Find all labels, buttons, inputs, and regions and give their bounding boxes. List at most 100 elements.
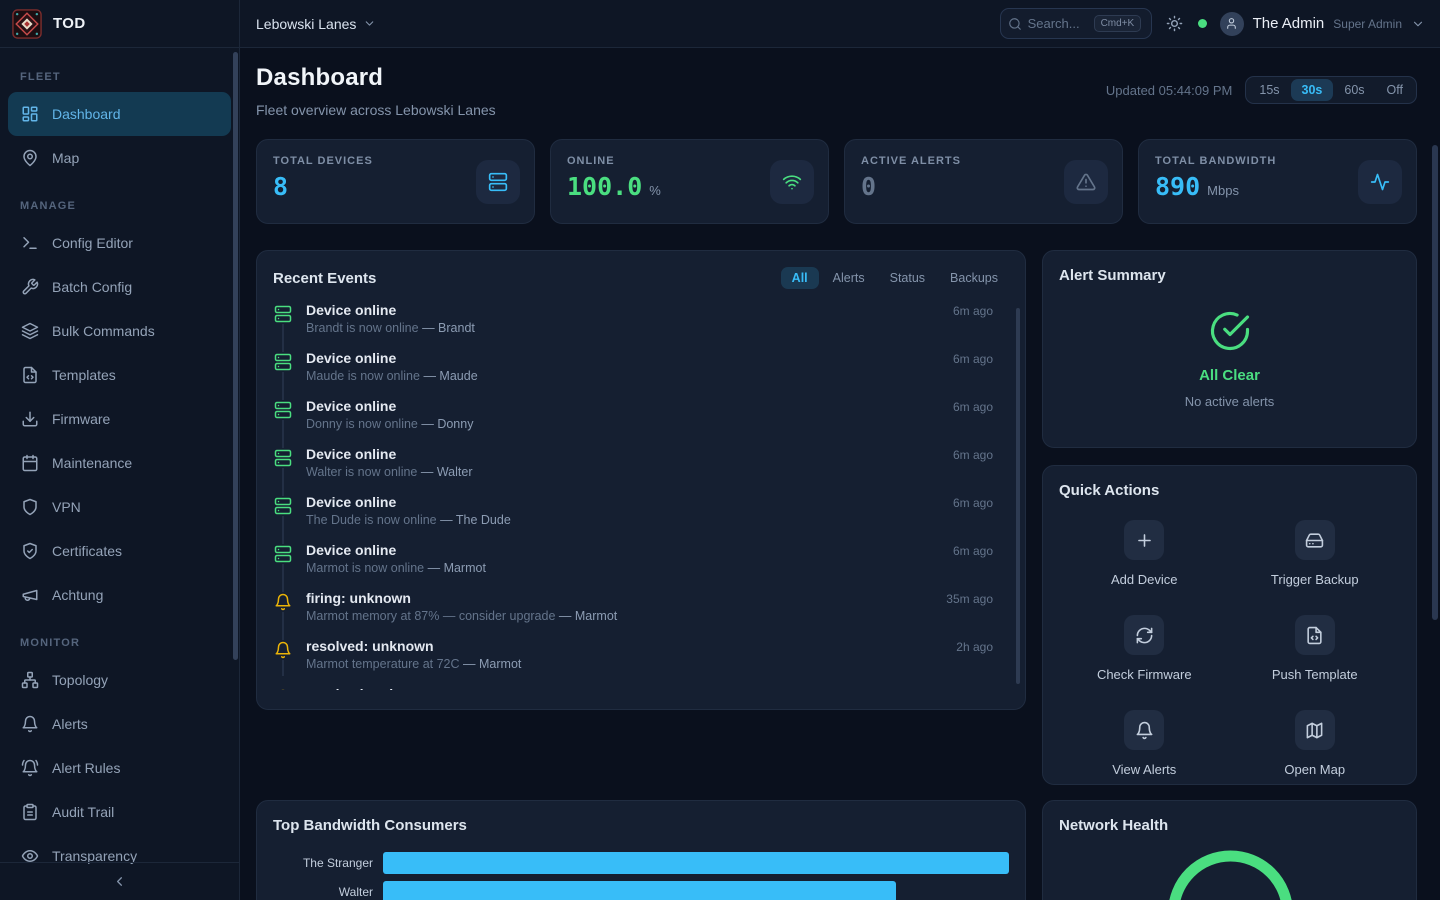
bandwidth-bar-row: Walter bbox=[273, 881, 1009, 900]
bell-icon bbox=[21, 715, 39, 733]
event-row[interactable]: resolved: unknown 4h ago bbox=[273, 686, 1009, 690]
avatar bbox=[1220, 12, 1244, 36]
bar-label: The Stranger bbox=[273, 856, 383, 870]
event-row[interactable]: Device online6m ago Marmot is now online… bbox=[273, 542, 1009, 590]
event-description: Walter is now online bbox=[306, 465, 417, 479]
sidebar-item-config-editor[interactable]: Config Editor bbox=[8, 221, 231, 265]
event-description: Maude is now online bbox=[306, 369, 420, 383]
sidebar-item-label: Map bbox=[52, 150, 79, 166]
sidebar-item-alert-rules[interactable]: Alert Rules bbox=[8, 746, 231, 790]
shield-check-icon bbox=[21, 542, 39, 560]
sidebar-section-fleet: FLEET bbox=[20, 71, 219, 83]
sidebar-item-label: Achtung bbox=[52, 587, 103, 603]
check-firmware-button[interactable]: Check Firmware bbox=[1059, 615, 1230, 682]
refresh-off-button[interactable]: Off bbox=[1376, 79, 1414, 101]
quick-action-label: Check Firmware bbox=[1097, 667, 1192, 682]
tab-backups[interactable]: Backups bbox=[939, 267, 1009, 289]
theme-toggle-button[interactable] bbox=[1166, 15, 1183, 32]
sidebar-item-bulk-commands[interactable]: Bulk Commands bbox=[8, 309, 231, 353]
add-device-button[interactable]: Add Device bbox=[1059, 520, 1230, 587]
tab-status[interactable]: Status bbox=[879, 267, 936, 289]
fleet-selector[interactable]: Lebowski Lanes bbox=[256, 16, 376, 32]
sidebar-collapse-button[interactable] bbox=[0, 862, 239, 900]
refresh-60s-button[interactable]: 60s bbox=[1333, 79, 1375, 101]
event-title: Device online bbox=[306, 542, 396, 558]
sidebar-item-batch-config[interactable]: Batch Config bbox=[8, 265, 231, 309]
open-map-button[interactable]: Open Map bbox=[1230, 710, 1401, 777]
shield-icon bbox=[21, 498, 39, 516]
refresh-icon bbox=[1135, 626, 1154, 645]
sidebar-item-topology[interactable]: Topology bbox=[8, 658, 231, 702]
event-row[interactable]: Device online 6m ago Brandt is now online… bbox=[273, 302, 1009, 350]
event-row[interactable]: Device online6m ago Maude is now online … bbox=[273, 350, 1009, 398]
stat-cards-row: TOTAL DEVICES 8 ONLINE 100.0 % ACTIVE AL… bbox=[256, 139, 1417, 224]
wrench-icon bbox=[21, 278, 39, 296]
user-icon bbox=[1225, 17, 1238, 30]
event-time: 6m ago bbox=[953, 304, 993, 318]
sidebar-item-dashboard[interactable]: Dashboard bbox=[8, 92, 231, 136]
sidebar-item-templates[interactable]: Templates bbox=[8, 353, 231, 397]
event-time: 6m ago bbox=[953, 544, 993, 558]
fleet-name: Lebowski Lanes bbox=[256, 16, 356, 32]
event-filter-tabs: All Alerts Status Backups bbox=[781, 267, 1009, 289]
layers-icon bbox=[21, 322, 39, 340]
quick-action-label: Add Device bbox=[1111, 572, 1177, 587]
search-icon bbox=[1008, 17, 1022, 31]
sidebar: FLEET Dashboard Map MANAGE Config Editor… bbox=[0, 48, 240, 900]
refresh-30s-button[interactable]: 30s bbox=[1291, 79, 1334, 101]
sidebar-item-audit-trail[interactable]: Audit Trail bbox=[8, 790, 231, 834]
sidebar-item-vpn[interactable]: VPN bbox=[8, 485, 231, 529]
search-box[interactable]: Cmd+K bbox=[1000, 8, 1152, 39]
user-menu[interactable]: The Admin Super Admin bbox=[1220, 12, 1440, 36]
sidebar-item-label: Dashboard bbox=[52, 106, 121, 122]
search-input[interactable] bbox=[1028, 16, 1088, 31]
refresh-15s-button[interactable]: 15s bbox=[1248, 79, 1290, 101]
event-title: Device online bbox=[306, 494, 396, 510]
hard-drive-icon bbox=[1305, 531, 1324, 550]
event-row[interactable]: Device online6m ago Donny is now online … bbox=[273, 398, 1009, 446]
event-title: resolved: unknown bbox=[306, 638, 434, 654]
event-title: Device online bbox=[306, 302, 396, 318]
server-icon bbox=[273, 496, 293, 516]
sidebar-item-label: Maintenance bbox=[52, 455, 132, 471]
user-name: The Admin bbox=[1253, 15, 1325, 32]
event-description: The Dude is now online bbox=[306, 513, 437, 527]
event-row[interactable]: firing: unknown35m ago Marmot memory at … bbox=[273, 590, 1009, 638]
event-description: Brandt is now online bbox=[306, 321, 419, 335]
page-subtitle: Fleet overview across Lebowski Lanes bbox=[256, 102, 496, 118]
sidebar-scrollbar[interactable] bbox=[233, 52, 238, 660]
quick-action-label: Open Map bbox=[1284, 762, 1345, 777]
tab-alerts[interactable]: Alerts bbox=[822, 267, 876, 289]
event-time: 4h ago bbox=[956, 688, 993, 690]
terminal-icon bbox=[21, 234, 39, 252]
event-row[interactable]: resolved: unknown2h ago Marmot temperatu… bbox=[273, 638, 1009, 686]
bar-label: Walter bbox=[273, 885, 383, 899]
server-icon bbox=[273, 544, 293, 564]
alert-summary-title: Alert Summary bbox=[1059, 267, 1166, 284]
events-scrollbar[interactable] bbox=[1016, 308, 1020, 684]
sidebar-item-achtung[interactable]: Achtung bbox=[8, 573, 231, 617]
tab-all[interactable]: All bbox=[781, 267, 819, 289]
main-scrollbar[interactable] bbox=[1432, 145, 1438, 620]
alert-triangle-icon bbox=[1076, 172, 1096, 192]
event-row[interactable]: Device online6m ago Walter is now online… bbox=[273, 446, 1009, 494]
sidebar-section-manage: MANAGE bbox=[20, 200, 219, 212]
sidebar-item-firmware[interactable]: Firmware bbox=[8, 397, 231, 441]
event-title: resolved: unknown bbox=[306, 686, 434, 690]
trigger-backup-button[interactable]: Trigger Backup bbox=[1230, 520, 1401, 587]
user-role: Super Admin bbox=[1333, 17, 1402, 31]
quick-action-label: View Alerts bbox=[1112, 762, 1176, 777]
event-description: Marmot memory at 87% — consider upgrade bbox=[306, 609, 555, 623]
view-alerts-button[interactable]: View Alerts bbox=[1059, 710, 1230, 777]
sidebar-item-label: Certificates bbox=[52, 543, 122, 559]
event-row[interactable]: Device online6m ago The Dude is now onli… bbox=[273, 494, 1009, 542]
sun-icon bbox=[1166, 15, 1183, 32]
push-template-button[interactable]: Push Template bbox=[1230, 615, 1401, 682]
topbar: TOD Lebowski Lanes Cmd+K The Admin Super… bbox=[0, 0, 1440, 48]
sidebar-item-certificates[interactable]: Certificates bbox=[8, 529, 231, 573]
sidebar-item-maintenance[interactable]: Maintenance bbox=[8, 441, 231, 485]
sidebar-item-map[interactable]: Map bbox=[8, 136, 231, 180]
sidebar-item-alerts[interactable]: Alerts bbox=[8, 702, 231, 746]
dashboard-icon bbox=[21, 105, 39, 123]
clipboard-icon bbox=[21, 803, 39, 821]
